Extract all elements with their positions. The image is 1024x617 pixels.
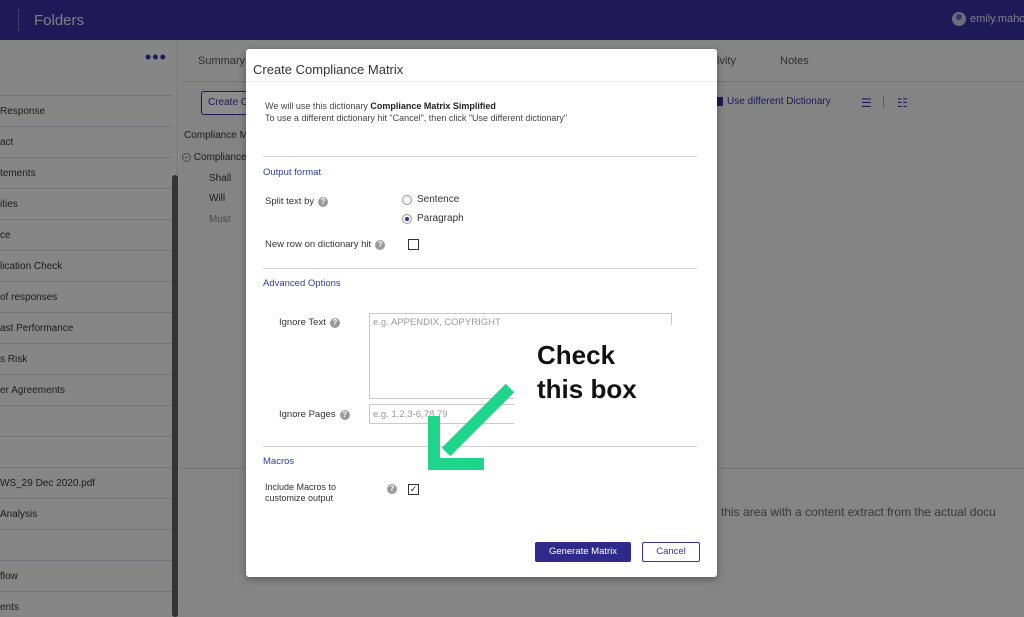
radio-circle[interactable] (402, 194, 412, 205)
help-icon[interactable]: ? (329, 317, 340, 328)
help-icon[interactable]: ? (318, 196, 329, 207)
generate-matrix-button[interactable]: Generate Matrix (535, 542, 631, 562)
annotation-line2: this box (537, 374, 637, 404)
ignore-pages-label-text: Ignore Pages (279, 409, 336, 420)
section-macros: Macros (263, 456, 295, 467)
radio-circle-selected[interactable] (402, 213, 412, 224)
dictionary-name: Compliance Matrix Simplified (370, 101, 496, 111)
intro-instructions: To use a different dictionary hit "Cance… (265, 113, 568, 123)
section-output-format: Output format (263, 167, 322, 178)
radio-paragraph[interactable]: Paragraph (402, 213, 464, 224)
radio-sentence[interactable]: Sentence (402, 194, 459, 205)
annotation-line1: Check (537, 340, 616, 370)
ignore-text-label-text: Ignore Text (279, 317, 326, 328)
section-advanced-options: Advanced Options (263, 278, 341, 289)
radio-paragraph-label: Paragraph (417, 213, 464, 224)
cancel-button[interactable]: Cancel (642, 542, 700, 562)
intro-prefix: We will use this dictionary (265, 101, 368, 111)
help-icon[interactable]: ? (387, 484, 397, 494)
include-macros-label: Include Macros to customize output (265, 482, 336, 504)
dialog-intro: We will use this dictionary Compliance M… (265, 100, 567, 124)
new-row-checkbox[interactable] (408, 239, 419, 250)
include-macros-line2: customize output (265, 493, 334, 503)
ignore-pages-label: Ignore Pages ? (279, 409, 350, 420)
help-icon[interactable]: ? (339, 409, 350, 420)
new-row-label: New row on dictionary hit ? (265, 239, 386, 250)
dialog-title: Create Compliance Matrix (253, 62, 404, 77)
split-text-label-text: Split text by (265, 196, 315, 207)
annotation-callout: Check this box (537, 338, 637, 406)
create-compliance-matrix-dialog: Create Compliance Matrix We will use thi… (246, 49, 717, 577)
new-row-label-text: New row on dictionary hit (265, 239, 372, 250)
arrow-icon (428, 383, 515, 470)
split-text-label: Split text by ? (265, 196, 329, 207)
divider (263, 156, 697, 157)
divider (246, 81, 717, 82)
ignore-text-label: Ignore Text ? (279, 317, 340, 328)
include-macros-checkbox[interactable]: ✓ (408, 484, 419, 495)
help-icon[interactable]: ? (375, 239, 386, 250)
radio-sentence-label: Sentence (417, 194, 460, 205)
divider (263, 268, 697, 269)
include-macros-line1: Include Macros to (265, 482, 337, 492)
